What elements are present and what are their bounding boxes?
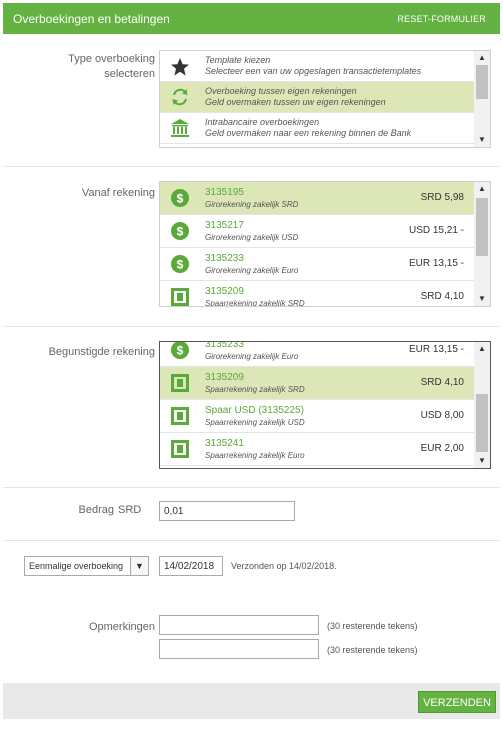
account-description: Girorekening zakelijk Euro — [205, 266, 299, 275]
scroll-down-icon[interactable]: ▼ — [474, 133, 490, 147]
type-label: Type overboeking selecteren — [20, 52, 155, 82]
account-number: 3135233 — [205, 341, 244, 350]
remarks-label: Opmerkingen — [88, 621, 155, 633]
savings-icon — [171, 288, 189, 306]
account-number: 3135195 — [205, 187, 244, 198]
amount-label: Bedrag — [78, 504, 114, 516]
svg-text:$: $ — [177, 258, 184, 272]
transfer-type-template[interactable]: Template kiezen Selecteer een van uw opg… — [160, 51, 476, 82]
account-description: Spaarrekening zakelijk USD — [205, 418, 305, 427]
amount-input[interactable] — [159, 501, 295, 521]
svg-text:$: $ — [177, 225, 184, 239]
submit-button[interactable]: VERZENDEN — [418, 691, 496, 713]
chevron-down-icon[interactable]: ▼ — [130, 557, 148, 575]
scroll-down-icon[interactable]: ▼ — [474, 292, 490, 306]
dollar-icon: $ — [171, 255, 189, 273]
from-account-scrollbar[interactable]: ▲ ▼ — [474, 182, 490, 306]
account-balance: EUR 13,15 - — [408, 258, 464, 269]
from-account-row[interactable]: $ 3135233 Girorekening zakelijk Euro EUR… — [160, 248, 476, 281]
remarks-line1-input[interactable] — [159, 615, 319, 635]
transfer-type-title: Template kiezen — [205, 55, 271, 65]
account-number: 3135209 — [205, 372, 244, 383]
svg-text:$: $ — [177, 344, 184, 358]
amount-currency: SRD — [118, 504, 142, 516]
from-account-row[interactable]: $ 3135217 Girorekening zakelijk USD USD … — [160, 215, 476, 248]
transfer-type-intrabank[interactable]: Intrabancaire overboekingen Geld overmak… — [160, 113, 476, 144]
from-account-label: Vanaf rekening — [81, 187, 155, 199]
account-balance: SRD 4,10 — [420, 291, 464, 302]
account-balance: USD 8,00 — [420, 410, 464, 421]
type-label-line2: selecteren — [104, 68, 155, 80]
from-account-row[interactable]: 3135209 Spaarrekening zakelijk SRD SRD 4… — [160, 281, 476, 307]
form-footer: VERZENDEN — [3, 683, 500, 719]
to-account-row[interactable]: 3135209 Spaarrekening zakelijk SRD SRD 4… — [160, 367, 476, 400]
transfer-type-scrollbar[interactable]: ▲ ▼ — [474, 51, 490, 147]
transfer-type-subtitle: Selecteer een van uw opgeslagen transact… — [205, 66, 422, 76]
account-description: Spaarrekening zakelijk SRD — [205, 385, 305, 394]
savings-icon — [171, 374, 189, 392]
dollar-icon: $ — [171, 189, 189, 207]
transfer-type-list[interactable]: Template kiezen Selecteer een van uw opg… — [159, 50, 491, 148]
account-description: Girorekening zakelijk SRD — [205, 200, 299, 209]
account-balance: EUR 2,00 — [420, 443, 464, 454]
to-account-row[interactable]: $ 3135233 Girorekening zakelijk Euro EUR… — [160, 341, 476, 367]
scroll-up-icon[interactable]: ▲ — [474, 182, 490, 196]
to-account-row[interactable]: 3135241 Spaarrekening zakelijk Euro EUR … — [160, 433, 476, 466]
type-label-line1: Type overboeking — [68, 53, 155, 65]
transfer-type-own-accounts[interactable]: Overboeking tussen eigen rekeningen Geld… — [160, 82, 476, 113]
account-number: 3135217 — [205, 220, 244, 231]
section-divider — [3, 540, 500, 541]
account-balance: EUR 13,15 - — [408, 344, 464, 355]
account-balance: SRD 4,10 — [420, 377, 464, 388]
svg-text:$: $ — [177, 192, 184, 206]
page-title: Overboekingen en betalingen — [13, 11, 170, 26]
transfer-type-title: Overboeking tussen eigen rekeningen — [205, 86, 357, 96]
transfer-type-subtitle: Geld overmaken naar een rekening binnen … — [205, 128, 412, 138]
dollar-icon: $ — [171, 222, 189, 240]
from-account-list[interactable]: $ 3135195 Girorekening zakelijk SRD SRD … — [159, 181, 491, 307]
section-divider — [3, 166, 500, 167]
to-account-scrollbar[interactable]: ▲ ▼ — [474, 342, 490, 468]
account-description: Spaarrekening zakelijk SRD — [205, 299, 305, 307]
account-number: 3135209 — [205, 286, 244, 297]
date-input[interactable] — [159, 556, 223, 576]
scroll-down-icon[interactable]: ▼ — [474, 454, 490, 468]
bank-icon — [171, 119, 189, 137]
dollar-icon: $ — [171, 342, 189, 359]
scroll-up-icon[interactable]: ▲ — [474, 51, 490, 65]
account-number: 3135233 — [205, 253, 244, 264]
scroll-thumb[interactable] — [476, 65, 488, 99]
scroll-thumb[interactable] — [476, 198, 488, 256]
schedule-type-select[interactable]: Eenmalige overboeking ▼ — [24, 556, 149, 576]
to-account-label: Begunstigde rekening — [48, 346, 155, 358]
scroll-up-icon[interactable]: ▲ — [474, 342, 490, 356]
account-balance: SRD 5,98 — [420, 192, 464, 203]
scroll-thumb[interactable] — [476, 394, 488, 452]
refresh-icon — [172, 88, 188, 106]
to-account-list[interactable]: $ 3135233 Girorekening zakelijk Euro EUR… — [159, 341, 491, 469]
section-divider — [3, 326, 500, 327]
account-description: Girorekening zakelijk USD — [205, 233, 299, 242]
account-balance: USD 15,21 - — [408, 225, 464, 236]
savings-icon — [171, 440, 189, 458]
remarks-line1-counter: (30 resterende tekens) — [327, 621, 418, 631]
to-account-row[interactable]: Spaar USD (3135225) Spaarrekening zakeli… — [160, 400, 476, 433]
account-description: Girorekening zakelijk Euro — [205, 352, 299, 361]
send-date-text: Verzonden op 14/02/2018. — [231, 561, 337, 571]
section-divider — [3, 487, 500, 488]
page-header: Overboekingen en betalingen RESET-FORMUL… — [3, 3, 500, 34]
savings-icon — [171, 407, 189, 425]
remarks-line2-input[interactable] — [159, 639, 319, 659]
star-icon — [171, 58, 189, 76]
account-description: Spaarrekening zakelijk Euro — [205, 451, 305, 460]
transfer-type-subtitle: Geld overmaken tussen uw eigen rekeninge… — [205, 97, 386, 107]
reset-form-button[interactable]: RESET-FORMULIER — [397, 14, 486, 24]
from-account-row[interactable]: $ 3135195 Girorekening zakelijk SRD SRD … — [160, 182, 476, 215]
account-number: Spaar USD (3135225) — [205, 405, 304, 416]
schedule-type-value: Eenmalige overboeking — [29, 561, 124, 571]
transfer-type-title: Intrabancaire overboekingen — [205, 117, 320, 127]
remarks-line2-counter: (30 resterende tekens) — [327, 645, 418, 655]
account-number: 3135241 — [205, 438, 244, 449]
